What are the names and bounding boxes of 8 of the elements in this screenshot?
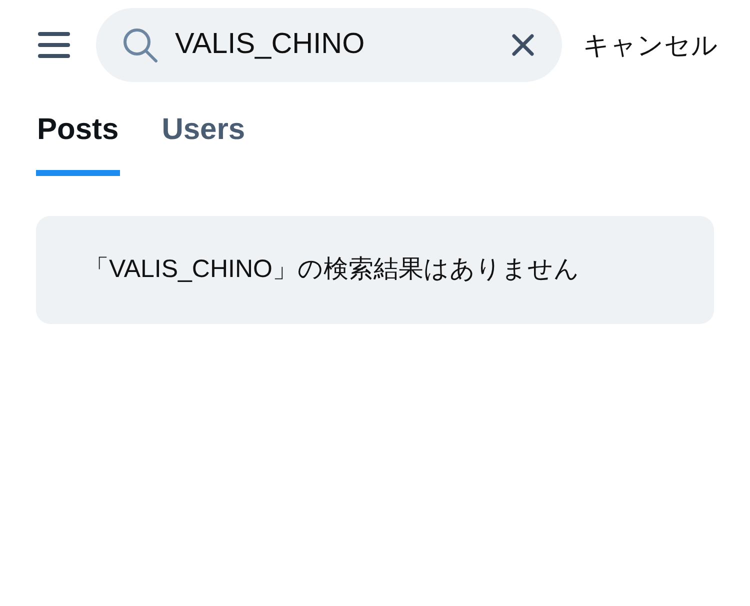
cancel-button[interactable]: キャンセル [583, 26, 718, 64]
no-results-message: 「VALIS_CHINO」の検索結果はありません [84, 254, 580, 286]
clear-icon[interactable] [512, 34, 534, 56]
search-icon [122, 27, 158, 63]
search-field[interactable]: VALIS_CHINO [96, 8, 562, 82]
menu-icon[interactable] [38, 31, 70, 59]
tab[interactable]: Users [160, 112, 246, 176]
tab[interactable]: Posts [36, 112, 120, 176]
